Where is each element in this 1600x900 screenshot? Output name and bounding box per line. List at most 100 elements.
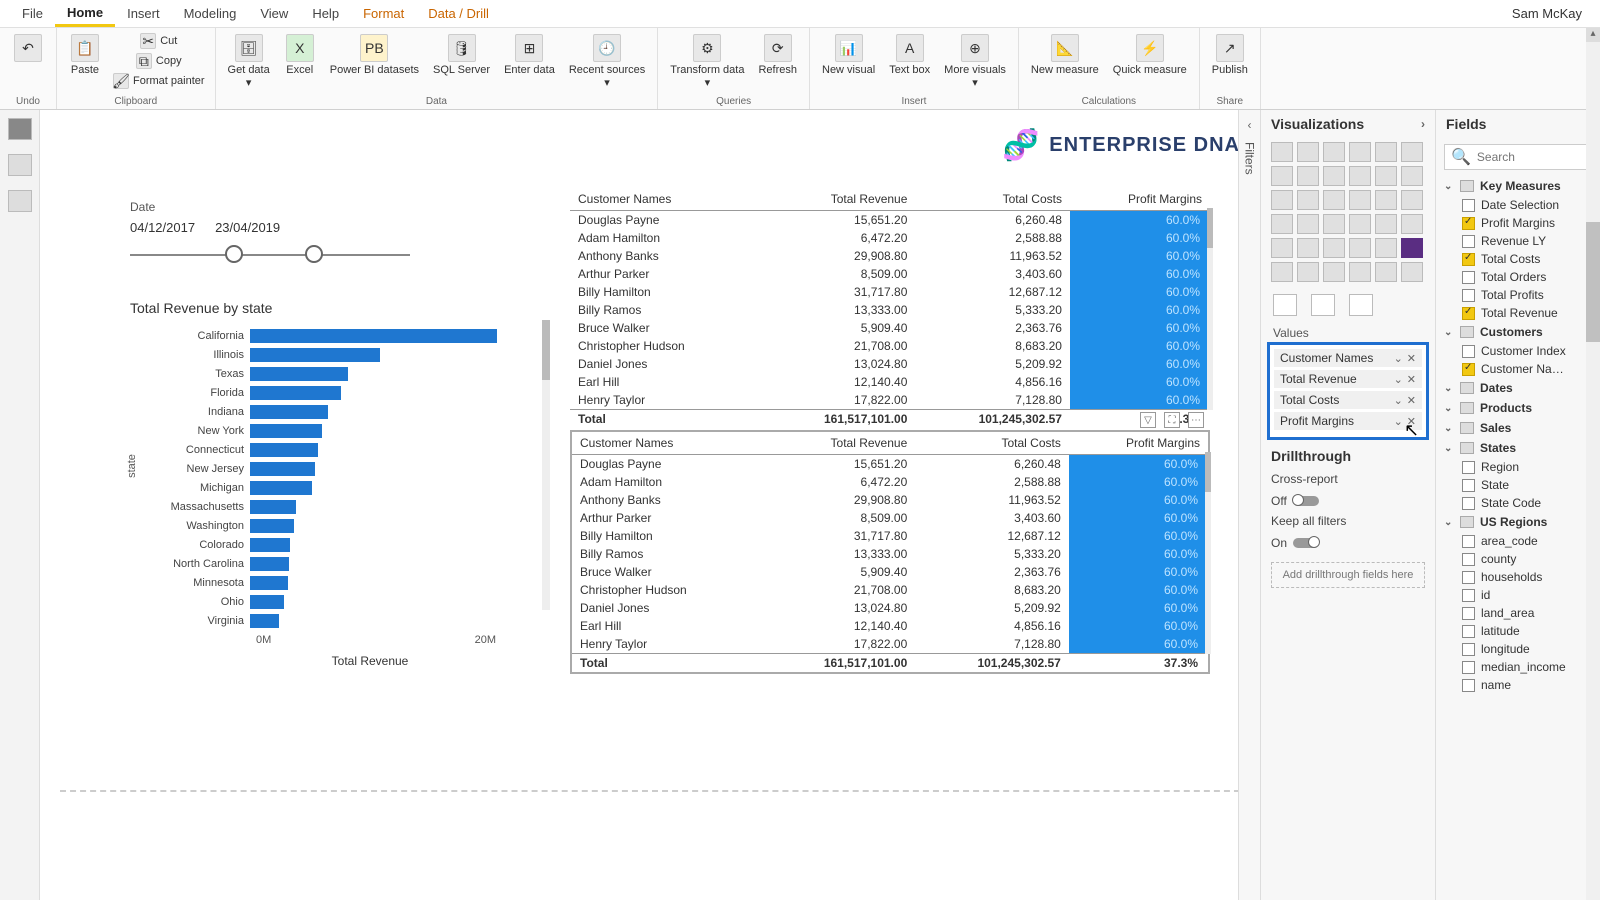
table-row[interactable]: Anthony Banks29,908.8011,963.5260.0% bbox=[570, 247, 1210, 265]
table-bottom-scrollbar[interactable] bbox=[1205, 452, 1211, 654]
group-customers[interactable]: ⌄Customers bbox=[1436, 322, 1600, 342]
bar-row[interactable]: Washington bbox=[130, 516, 530, 535]
table-row[interactable]: Christopher Hudson21,708.008,683.2060.0% bbox=[572, 581, 1208, 599]
menu-view[interactable]: View bbox=[248, 2, 300, 25]
table-row[interactable]: Billy Ramos13,333.005,333.2060.0% bbox=[572, 545, 1208, 563]
table-visual-top[interactable]: Customer Names Total Revenue Total Costs… bbox=[570, 188, 1210, 428]
table-row[interactable]: Earl Hill12,140.404,856.1660.0% bbox=[570, 373, 1210, 391]
date-slicer[interactable]: Date 04/12/2017 23/04/2019 bbox=[130, 200, 410, 265]
viz-type-icon[interactable] bbox=[1349, 214, 1371, 234]
bar-row[interactable]: Texas bbox=[130, 364, 530, 383]
viz-type-icon[interactable] bbox=[1323, 166, 1345, 186]
table-row[interactable]: Bruce Walker5,909.402,363.7660.0% bbox=[572, 563, 1208, 581]
table-row[interactable]: Henry Taylor17,822.007,128.8060.0% bbox=[572, 635, 1208, 654]
th-total-costs[interactable]: Total Costs bbox=[915, 188, 1070, 211]
viz-type-icon[interactable] bbox=[1401, 214, 1423, 234]
group-key-measures[interactable]: ⌄Key Measures bbox=[1436, 176, 1600, 196]
values-well[interactable]: Customer Names⌄✕ Total Revenue⌄✕ Total C… bbox=[1267, 342, 1429, 440]
value-customer-names[interactable]: Customer Names⌄✕ bbox=[1274, 349, 1422, 367]
filter-icon[interactable]: ▽ bbox=[1140, 412, 1156, 428]
refresh-button[interactable]: ⟳Refresh bbox=[754, 32, 801, 78]
field-id[interactable]: id bbox=[1436, 586, 1600, 604]
field-date-selection[interactable]: Date Selection bbox=[1436, 196, 1600, 214]
table-row[interactable]: Daniel Jones13,024.805,209.9260.0% bbox=[570, 355, 1210, 373]
field-customer-index[interactable]: Customer Index bbox=[1436, 342, 1600, 360]
bar-row[interactable]: Minnesota bbox=[130, 573, 530, 592]
th-profit-margins[interactable]: Profit Margins bbox=[1070, 188, 1210, 211]
field-county[interactable]: county bbox=[1436, 550, 1600, 568]
remove-icon[interactable]: ✕ bbox=[1407, 352, 1416, 365]
th2-total-costs[interactable]: Total Costs bbox=[915, 432, 1069, 455]
group-products[interactable]: ⌄Products bbox=[1436, 398, 1600, 418]
viz-collapse-icon[interactable]: › bbox=[1421, 117, 1425, 131]
menu-help[interactable]: Help bbox=[300, 2, 351, 25]
slicer-handle-right[interactable] bbox=[305, 245, 323, 263]
field-customer-name[interactable]: Customer Na… bbox=[1436, 360, 1600, 378]
search-input[interactable] bbox=[1477, 150, 1600, 164]
field-region[interactable]: Region bbox=[1436, 458, 1600, 476]
get-data-button[interactable]: 🗄Get data▾ bbox=[224, 32, 274, 91]
table-row[interactable]: Billy Hamilton31,717.8012,687.1260.0% bbox=[572, 527, 1208, 545]
table-row[interactable]: Daniel Jones13,024.805,209.9260.0% bbox=[572, 599, 1208, 617]
viz-type-icon[interactable] bbox=[1375, 238, 1397, 258]
th-customer-names[interactable]: Customer Names bbox=[570, 188, 761, 211]
recent-sources-button[interactable]: 🕘Recent sources▾ bbox=[565, 32, 649, 91]
field-state[interactable]: State bbox=[1436, 476, 1600, 494]
focus-mode-icon[interactable]: ⛶ bbox=[1164, 412, 1180, 428]
fields-search[interactable]: 🔍 bbox=[1444, 144, 1592, 170]
viz-type-icon[interactable] bbox=[1323, 142, 1345, 162]
bar-row[interactable]: Virginia bbox=[130, 611, 530, 630]
remove-icon[interactable]: ✕ bbox=[1407, 394, 1416, 407]
th-total-revenue[interactable]: Total Revenue bbox=[761, 188, 916, 211]
group-dates[interactable]: ⌄Dates bbox=[1436, 378, 1600, 398]
th2-customer-names[interactable]: Customer Names bbox=[572, 432, 762, 455]
table-row[interactable]: Bruce Walker5,909.402,363.7660.0% bbox=[570, 319, 1210, 337]
field-total-profits[interactable]: Total Profits bbox=[1436, 286, 1600, 304]
report-view-icon[interactable] bbox=[8, 118, 32, 140]
viz-type-icon[interactable] bbox=[1271, 190, 1293, 210]
value-profit-margins[interactable]: Profit Margins⌄✕ bbox=[1274, 412, 1422, 430]
field-households[interactable]: households bbox=[1436, 568, 1600, 586]
th2-profit-margins[interactable]: Profit Margins bbox=[1069, 432, 1208, 455]
undo-button[interactable]: ↶ bbox=[8, 32, 48, 66]
table-row[interactable]: Douglas Payne15,651.206,260.4860.0% bbox=[570, 211, 1210, 230]
bar-row[interactable]: Colorado bbox=[130, 535, 530, 554]
format-painter-button[interactable]: 🖌Format painter bbox=[111, 72, 207, 90]
viz-type-icon[interactable] bbox=[1271, 166, 1293, 186]
viz-type-icon[interactable] bbox=[1297, 262, 1319, 282]
viz-type-icon[interactable] bbox=[1349, 262, 1371, 282]
menu-format[interactable]: Format bbox=[351, 2, 416, 25]
bar-row[interactable]: Massachusetts bbox=[130, 497, 530, 516]
field-name[interactable]: name bbox=[1436, 676, 1600, 694]
bar-row[interactable]: New Jersey bbox=[130, 459, 530, 478]
viz-type-icon[interactable] bbox=[1401, 166, 1423, 186]
bar-row[interactable]: New York bbox=[130, 421, 530, 440]
keep-filters-toggle[interactable]: On bbox=[1271, 536, 1319, 550]
field-profit-margins[interactable]: Profit Margins bbox=[1436, 214, 1600, 232]
group-sales[interactable]: ⌄Sales bbox=[1436, 418, 1600, 438]
table-row[interactable]: Henry Taylor17,822.007,128.8060.0% bbox=[570, 391, 1210, 410]
bar-row[interactable]: Indiana bbox=[130, 402, 530, 421]
more-visuals-button[interactable]: ⊕More visuals▾ bbox=[940, 32, 1010, 91]
enter-data-button[interactable]: ⊞Enter data bbox=[500, 32, 559, 78]
slicer-from[interactable]: 04/12/2017 bbox=[130, 220, 195, 235]
bar-row[interactable]: Connecticut bbox=[130, 440, 530, 459]
chevron-down-icon[interactable]: ⌄ bbox=[1394, 415, 1403, 428]
remove-icon[interactable]: ✕ bbox=[1407, 415, 1416, 428]
bar-chart[interactable]: Total Revenue by state state CaliforniaI… bbox=[130, 300, 530, 668]
viz-type-icon[interactable] bbox=[1349, 238, 1371, 258]
menu-insert[interactable]: Insert bbox=[115, 2, 172, 25]
viz-type-icon[interactable] bbox=[1401, 262, 1423, 282]
field-median-income[interactable]: median_income bbox=[1436, 658, 1600, 676]
chart-scrollbar[interactable] bbox=[542, 320, 550, 610]
th2-total-revenue[interactable]: Total Revenue bbox=[762, 432, 916, 455]
more-options-icon[interactable]: ⋯ bbox=[1188, 412, 1204, 428]
group-us-regions[interactable]: ⌄US Regions bbox=[1436, 512, 1600, 532]
publish-button[interactable]: ↗Publish bbox=[1208, 32, 1252, 78]
transform-data-button[interactable]: ⚙Transform data▾ bbox=[666, 32, 748, 91]
table-top-scrollbar[interactable] bbox=[1207, 208, 1213, 410]
field-total-orders[interactable]: Total Orders bbox=[1436, 268, 1600, 286]
data-view-icon[interactable] bbox=[8, 154, 32, 176]
field-total-revenue[interactable]: Total Revenue bbox=[1436, 304, 1600, 322]
fields-tab-icon[interactable] bbox=[1273, 294, 1297, 316]
